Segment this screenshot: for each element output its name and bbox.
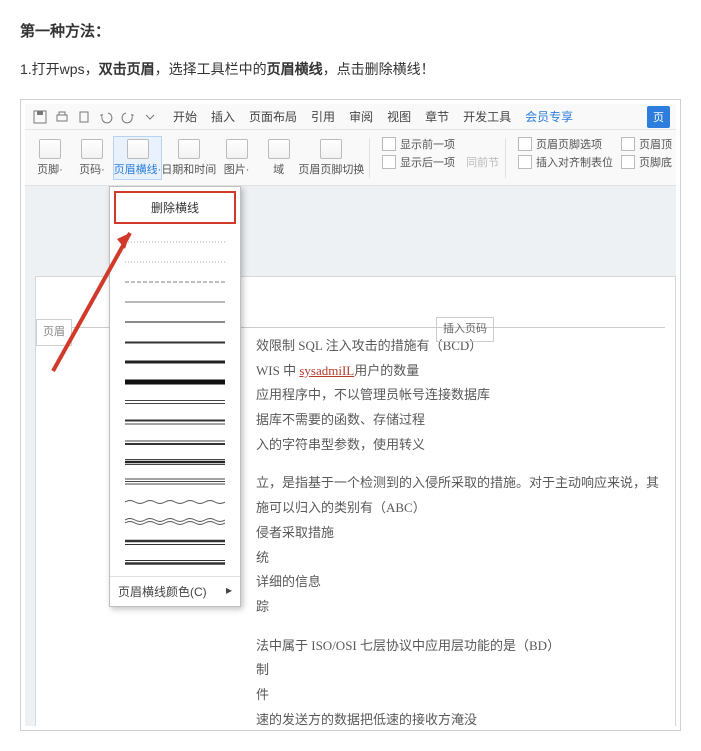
method-title: 第一种方法： [20,20,681,41]
header-line-button[interactable]: 页眉横线· [113,136,162,180]
misspelled-word: sysadmiIL [299,363,354,378]
line-style-option[interactable] [110,512,240,532]
line-style-option[interactable] [110,332,240,352]
print-icon[interactable] [53,108,71,126]
page-number-label: 页码· [79,161,105,177]
line-style-option[interactable] [110,352,240,372]
header-line-label: 页眉横线· [114,161,162,177]
chevron-down-icon[interactable] [141,108,159,126]
ribbon-tabs: 开始 插入 页面布局 引用 审阅 视图 章节 开发工具 会员专享 [173,108,573,125]
line-style-option[interactable] [110,372,240,392]
tab-header-footer[interactable]: 页 [647,106,670,128]
doc-line: 踪 [256,595,665,620]
tab-page-layout[interactable]: 页面布局 [249,108,297,125]
header-tag: 页眉 [36,319,72,346]
doc-line: 件 [256,683,665,708]
date-time-button[interactable]: 日期和时间 [162,136,216,180]
line-style-option[interactable] [110,432,240,452]
doc-line: 应用程序中，不以管理员帐号连接数据库 [256,383,665,408]
doc-line: 制 [256,658,665,683]
redo-icon[interactable] [119,108,137,126]
show-next-label: 显示后一项 [400,154,455,170]
instr-bold: 双击页眉 [99,61,155,77]
line-style-option[interactable] [110,232,240,252]
footer-bottom-label: 页脚底 [639,154,672,170]
position-stack: 页眉顶 页脚底 [621,136,672,170]
insert-align-tab-button[interactable]: 插入对齐制表位 [518,154,613,170]
doc-line: 入的字符串型参数，使用转义 [256,433,665,458]
tab-vip[interactable]: 会员专享 [525,108,573,125]
quick-access-toolbar: 开始 插入 页面布局 引用 审阅 视图 章节 开发工具 会员专享 页 [25,104,676,130]
undo-icon[interactable] [97,108,115,126]
line-style-option[interactable] [110,412,240,432]
field-label: 域 [273,161,284,177]
doc-line: 据库不需要的函数、存储过程 [256,408,665,433]
tab-start[interactable]: 开始 [173,108,197,125]
line-color-label: 页眉横线颜色(C) [118,585,207,599]
options-label: 页眉页脚选项 [536,136,602,152]
show-next-button[interactable]: 显示后一项 同前节 [382,154,499,170]
header-top-label: 页眉顶 [639,136,672,152]
line-style-option[interactable] [110,452,240,472]
picture-button[interactable]: 图片· [216,136,258,180]
tab-review[interactable]: 审阅 [349,108,373,125]
line-style-option[interactable] [110,392,240,412]
doc-line: WIS 中 sysadmiIL用户的数量 [256,359,665,384]
delete-line-option[interactable]: 删除横线 [114,191,236,224]
line-style-list [110,228,240,576]
screenshot-container: 开始 插入 页面布局 引用 审阅 视图 章节 开发工具 会员专享 页 页脚· 页… [20,99,681,731]
insert-page-number-button[interactable]: 插入页码 [436,317,494,342]
doc-line: 施可以归入的类别有（ABC） [256,496,665,521]
header-line-dropdown: 删除横线 页眉横线颜色(C) ▸ [109,186,241,607]
line-style-option[interactable] [110,272,240,292]
page-icon[interactable] [75,108,93,126]
doc-line: 立，是指基于一个检测到的入侵所采取的措施。对于主动响应来说，其 [256,471,665,496]
footer-label: 页脚· [37,161,63,177]
doc-line: 侵者采取措施 [256,521,665,546]
line-style-option[interactable] [110,292,240,312]
same-section-label: 同前节 [466,154,499,170]
options-stack: 页眉页脚选项 插入对齐制表位 [518,136,613,170]
header-footer-options-button[interactable]: 页眉页脚选项 [518,136,613,152]
show-prev-label: 显示前一项 [400,136,455,152]
line-style-option[interactable] [110,532,240,552]
doc-line: 详细的信息 [256,570,665,595]
line-color-option[interactable]: 页眉横线颜色(C) ▸ [110,576,240,606]
doc-line: 统 [256,546,665,571]
header-footer-switch-button[interactable]: 页眉页脚切换 [300,136,364,180]
tab-references[interactable]: 引用 [311,108,335,125]
tab-view[interactable]: 视图 [387,108,411,125]
save-icon[interactable] [31,108,49,126]
instr-part: 1.打开wps， [20,61,99,77]
ribbon: 页脚· 页码· 页眉横线· 日期和时间 图片· 域 页眉页脚切换 显示前一项 显… [25,130,676,186]
doc-line: 速的发送方的数据把低速的接收方淹没 [256,708,665,726]
footer-button[interactable]: 页脚· [29,136,71,180]
tab-sections[interactable]: 章节 [425,108,449,125]
header-top-button[interactable]: 页眉顶 [621,136,672,152]
instr-bold: 页眉横线 [267,61,323,77]
line-style-option[interactable] [110,492,240,512]
date-time-label: 日期和时间 [161,161,216,177]
page-number-button[interactable]: 页码· [71,136,113,180]
tab-devtools[interactable]: 开发工具 [463,108,511,125]
switch-label: 页眉页脚切换 [298,161,364,177]
picture-label: 图片· [224,161,250,177]
nav-stack: 显示前一项 显示后一项 同前节 [382,136,499,170]
divider [369,138,370,178]
instruction-text: 1.打开wps，双击页眉，选择工具栏中的页眉横线，点击删除横线！ [20,59,681,79]
instr-part: ，点击删除横线！ [323,61,435,77]
field-button[interactable]: 域 [258,136,300,180]
align-tab-label: 插入对齐制表位 [536,154,613,170]
footer-bottom-button[interactable]: 页脚底 [621,154,672,170]
line-style-option[interactable] [110,252,240,272]
doc-line: 法中属于 ISO/OSI 七层协议中应用层功能的是（BD） [256,634,665,659]
document-workspace: 删除横线 页眉横线颜色(C) ▸ [25,186,676,726]
divider [505,138,506,178]
instr-part: ，选择工具栏中的 [155,61,267,77]
tab-insert[interactable]: 插入 [211,108,235,125]
show-prev-button[interactable]: 显示前一项 [382,136,499,152]
line-style-option[interactable] [110,312,240,332]
line-style-option[interactable] [110,552,240,572]
line-style-option[interactable] [110,472,240,492]
